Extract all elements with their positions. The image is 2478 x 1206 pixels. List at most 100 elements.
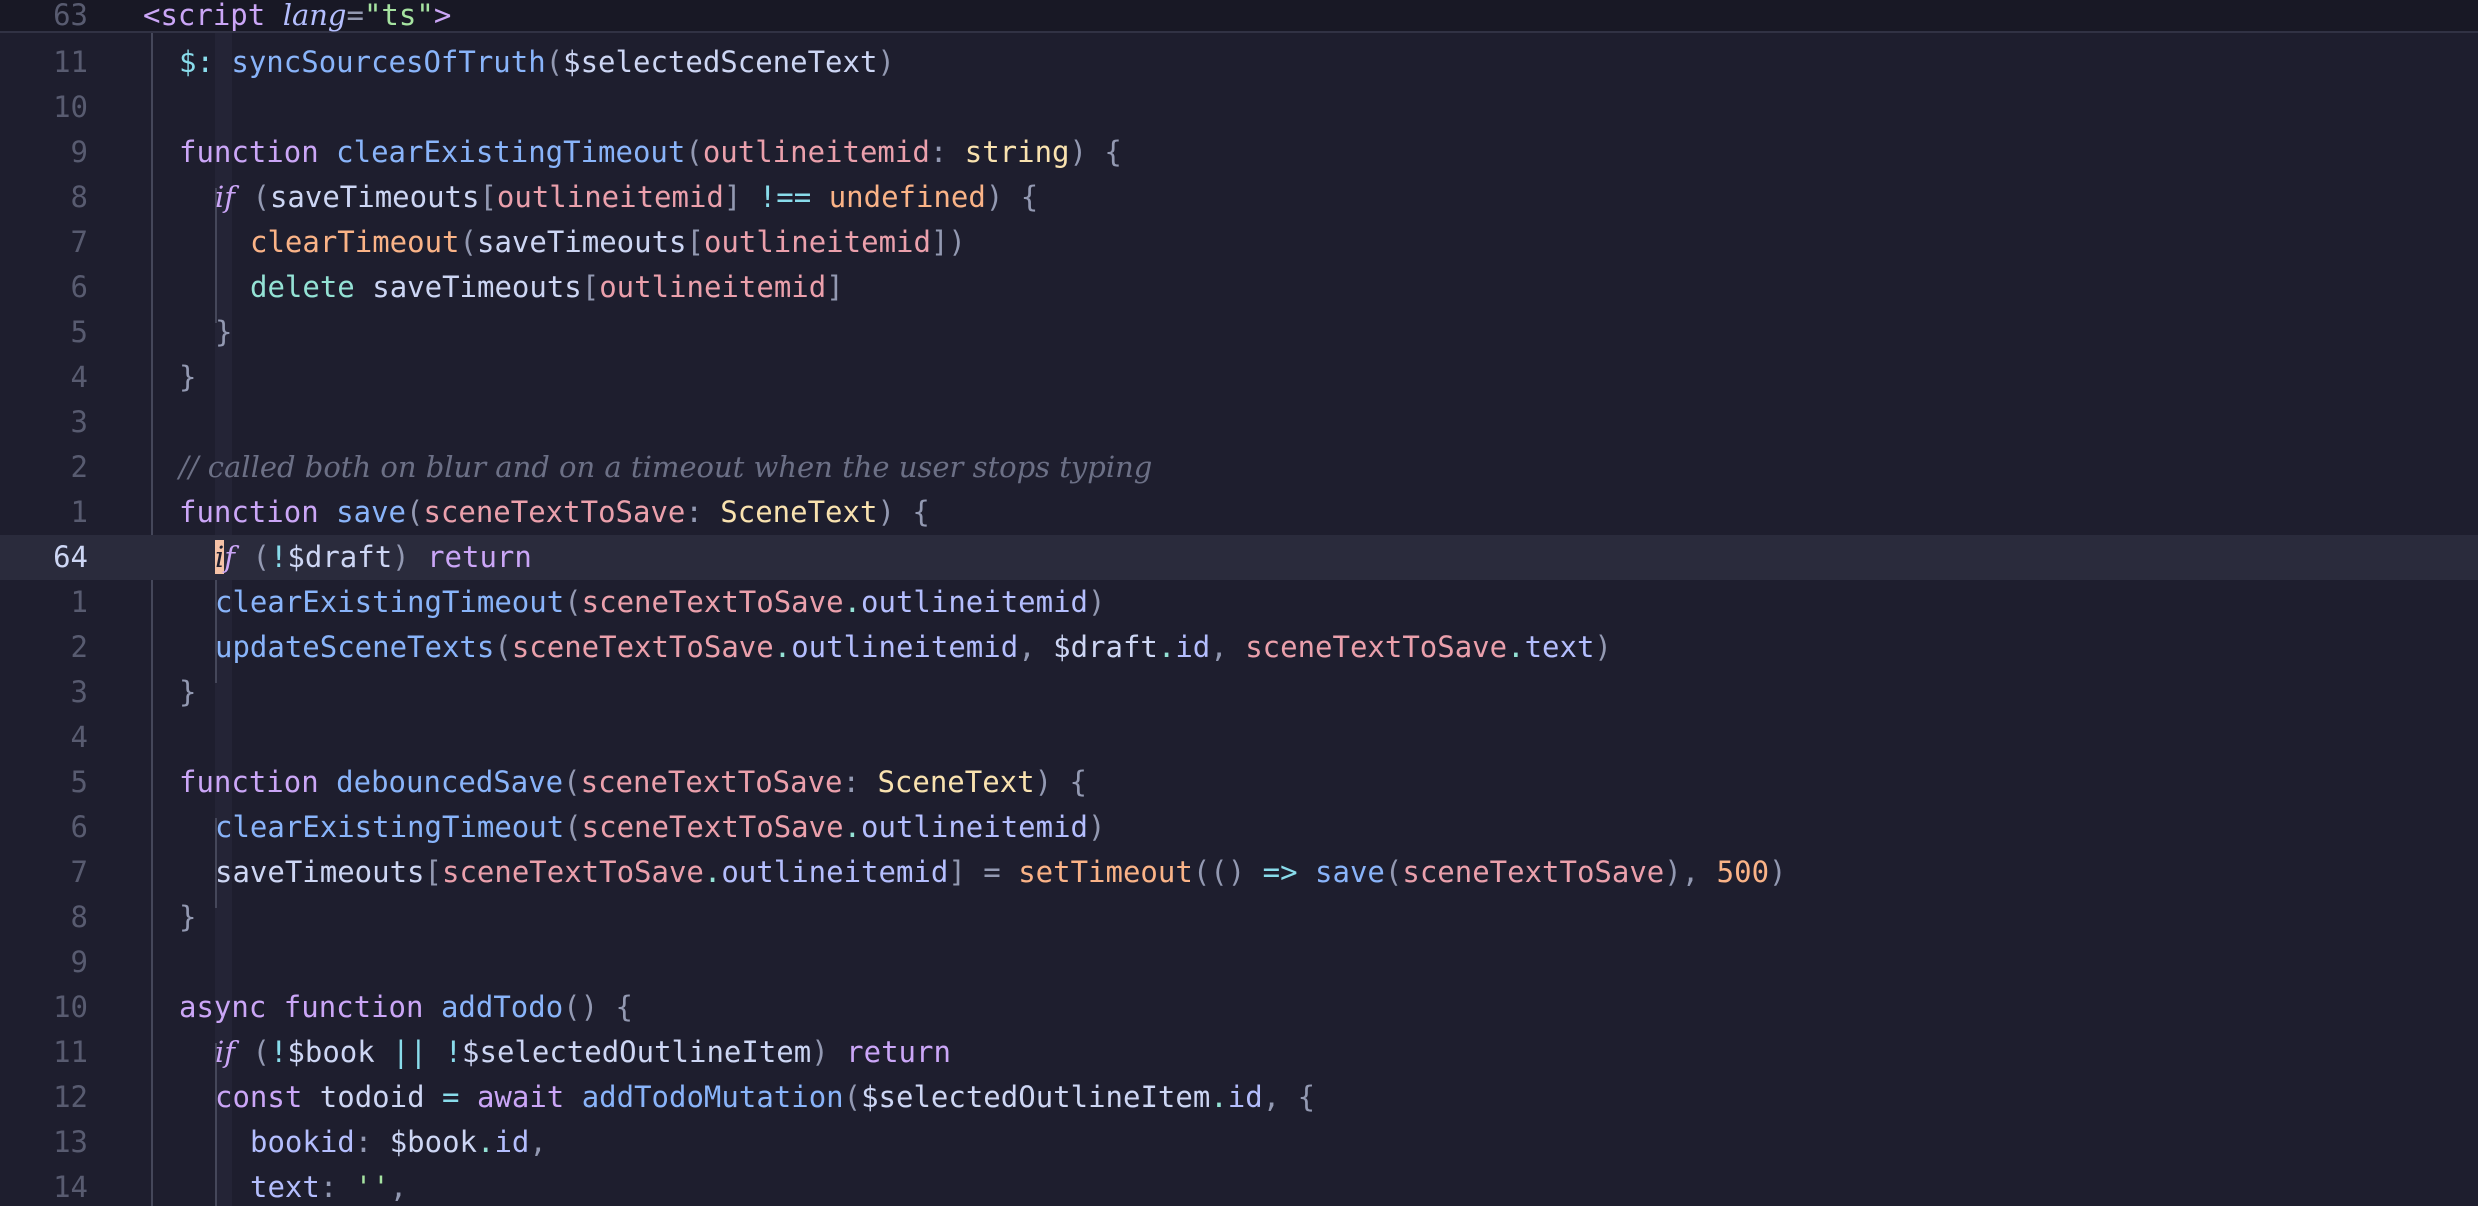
token-punct: ( <box>235 180 270 214</box>
tag-close: > <box>433 0 452 32</box>
token-parameter: outlineitemid <box>599 270 827 304</box>
token-punct: , <box>1210 630 1246 664</box>
line-number: 4 <box>70 360 88 394</box>
token-punct: : <box>354 1125 390 1159</box>
token-parameter: sceneTextToSave <box>1245 630 1508 664</box>
token-punct: ( <box>564 585 582 619</box>
token-operator: ! <box>269 540 288 574</box>
token-punct: } <box>179 675 197 709</box>
editor-line[interactable]: 7 saveTimeouts[sceneTextToSave.outlineit… <box>0 850 2478 895</box>
token-punct: ) <box>811 1035 847 1069</box>
token-constant: undefined <box>828 180 986 214</box>
editor-line[interactable]: 8 } <box>0 895 2478 940</box>
token-punct: ( <box>494 630 512 664</box>
token-property: id <box>1175 630 1211 664</box>
code-editor[interactable]: 63 <script lang="ts"> 11 $: syncSourcesO… <box>0 0 2478 1206</box>
editor-line[interactable]: 2 // called both on blur and on a timeou… <box>0 445 2478 490</box>
editor-line[interactable]: 6 delete saveTimeouts[outlineitemid] <box>0 265 2478 310</box>
editor-line[interactable]: 9 function clearExistingTimeout(outlinei… <box>0 130 2478 175</box>
editor-line[interactable]: 5 function debouncedSave(sceneTextToSave… <box>0 760 2478 805</box>
token-punct: ] <box>826 270 844 304</box>
token-operator: ! <box>269 1035 288 1069</box>
token-function: save <box>1315 855 1385 889</box>
token-property: text <box>250 1170 320 1204</box>
token-operator: || <box>374 1035 445 1069</box>
editor-line[interactable]: 12 const todoid = await addTodoMutation(… <box>0 1075 2478 1120</box>
token-punct: ( <box>843 1080 862 1114</box>
token-punct: [ <box>479 180 497 214</box>
editor-line[interactable]: 2 updateSceneTexts(sceneTextToSave.outli… <box>0 625 2478 670</box>
line-number: 6 <box>70 810 88 844</box>
token-parameter: sceneTextToSave <box>441 855 704 889</box>
token-punct: : <box>685 495 721 529</box>
token-punct: ), <box>1664 855 1717 889</box>
attribute-name: lang <box>282 0 347 32</box>
editor-line[interactable]: 1 function save(sceneTextToSave: SceneTe… <box>0 490 2478 535</box>
token-variable: saveTimeouts <box>372 270 582 304</box>
token-delimiter: . <box>843 810 862 844</box>
token-parameter: sceneTextToSave <box>580 765 843 799</box>
editor-line[interactable]: 5 } <box>0 310 2478 355</box>
token-delimiter: . <box>1210 1080 1228 1114</box>
editor-line[interactable]: 11 if (!$book || !$selectedOutlineItem) … <box>0 1030 2478 1075</box>
token-function: addTodoMutation <box>581 1080 844 1114</box>
token-variable: saveTimeouts <box>476 225 687 259</box>
code-line: $: syncSourcesOfTruth($selectedSceneText… <box>179 40 895 85</box>
editor-line[interactable]: 4 <box>0 715 2478 760</box>
token-function: syncSourcesOfTruth <box>231 45 546 79</box>
editor-line[interactable]: 3 } <box>0 670 2478 715</box>
line-number: 2 <box>70 630 88 664</box>
line-number: 3 <box>70 405 88 439</box>
editor-line[interactable]: 4 } <box>0 355 2478 400</box>
token-variable: saveTimeouts <box>269 180 480 214</box>
token-punct: , <box>529 1125 547 1159</box>
editor-line[interactable]: 13 bookid: $book.id, <box>0 1120 2478 1165</box>
line-number: 8 <box>70 900 88 934</box>
code-line: clearExistingTimeout(sceneTextToSave.out… <box>215 805 1106 850</box>
token-delimiter: . <box>703 855 722 889</box>
editor-line[interactable]: 10 <box>0 85 2478 130</box>
token-punct: () { <box>563 990 633 1024</box>
code-line: if (!$draft) return <box>215 535 532 580</box>
token-punct: ]) <box>930 225 966 259</box>
token-punct: ) { <box>1034 765 1087 799</box>
token-punct: ) <box>1594 630 1612 664</box>
token-punct: ) <box>392 540 428 574</box>
editor-line[interactable]: 11 $: syncSourcesOfTruth($selectedSceneT… <box>0 40 2478 85</box>
sticky-scroll-header[interactable]: 63 <script lang="ts"> <box>0 0 2478 33</box>
code-line: function debouncedSave(sceneTextToSave: … <box>179 760 1087 805</box>
line-number: 10 <box>53 990 88 1024</box>
code-line: if (!$book || !$selectedOutlineItem) ret… <box>215 1030 951 1075</box>
line-number: 11 <box>53 45 88 79</box>
token-punct: ( <box>235 540 270 574</box>
editor-line[interactable]: 10 async function addTodo() { <box>0 985 2478 1030</box>
token-punct: ] <box>948 855 966 889</box>
token-punct: : <box>929 135 965 169</box>
token-punct: (() <box>1192 855 1263 889</box>
code-line: clearTimeout(saveTimeouts[outlineitemid]… <box>250 220 966 265</box>
token-parameter: sceneTextToSave <box>581 810 844 844</box>
token-variable: $book <box>287 1035 375 1069</box>
attribute-value: "ts" <box>363 0 434 32</box>
token-property: text <box>1524 630 1595 664</box>
line-number: 13 <box>53 1125 88 1159</box>
token-punct: ] <box>723 180 742 214</box>
editor-line[interactable]: 7 clearTimeout(saveTimeouts[outlineitemi… <box>0 220 2478 265</box>
token-keyword: function <box>179 765 319 799</box>
editor-line[interactable]: 14 text: '', <box>0 1165 2478 1206</box>
token-function: clearExistingTimeout <box>215 810 565 844</box>
editor-line[interactable]: 9 <box>0 940 2478 985</box>
editor-line[interactable]: 6 clearExistingTimeout(sceneTextToSave.o… <box>0 805 2478 850</box>
editor-line[interactable]: 3 <box>0 400 2478 445</box>
editor-line-current[interactable]: 64 if (!$draft) return <box>0 535 2478 580</box>
code-line: function clearExistingTimeout(outlineite… <box>179 130 1122 175</box>
token-parameter: sceneTextToSave <box>511 630 774 664</box>
editor-line[interactable]: 8 if (saveTimeouts[outlineitemid] !== un… <box>0 175 2478 220</box>
line-number: 9 <box>70 135 88 169</box>
token-punct: ) { <box>877 495 930 529</box>
token-variable: $selectedSceneText <box>563 45 878 79</box>
code-line: text: '', <box>250 1165 407 1206</box>
token-delimiter: . <box>1157 630 1176 664</box>
editor-line[interactable]: 1 clearExistingTimeout(sceneTextToSave.o… <box>0 580 2478 625</box>
code-line: <script lang="ts"> <box>143 0 451 31</box>
